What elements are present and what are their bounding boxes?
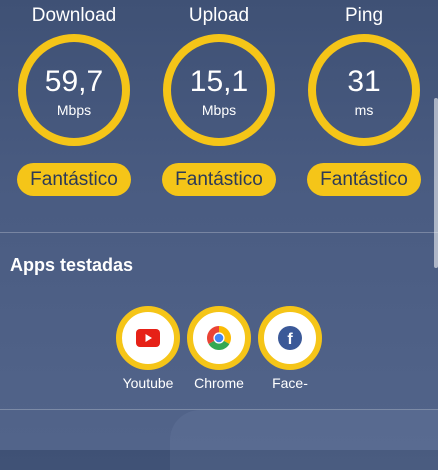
app-facebook[interactable]: f Face- <box>255 306 325 391</box>
app-chrome[interactable]: Chrome <box>184 306 254 391</box>
ping-metric: Ping 31 ms Fantástico <box>304 0 424 196</box>
section-divider <box>0 232 438 233</box>
download-metric: Download 59,7 Mbps Fantástico <box>14 0 134 196</box>
upload-unit: Mbps <box>201 102 237 118</box>
scrollbar[interactable] <box>434 98 438 268</box>
background-decoration <box>170 410 438 470</box>
upload-title: Upload <box>188 5 250 26</box>
youtube-icon <box>136 329 160 347</box>
chrome-icon <box>207 326 231 350</box>
ping-value: 31 <box>347 65 381 98</box>
download-gauge: 59,7 Mbps <box>18 34 130 146</box>
ping-unit: ms <box>354 102 374 118</box>
upload-rating-badge[interactable]: Fantástico <box>162 163 276 196</box>
app-chrome-circle[interactable] <box>187 306 251 370</box>
app-youtube-label: Youtube <box>122 375 174 391</box>
app-chrome-label: Chrome <box>194 375 244 391</box>
bottom-divider <box>0 409 438 410</box>
upload-value: 15,1 <box>189 65 249 98</box>
upload-gauge: 15,1 Mbps <box>163 34 275 146</box>
download-rating-badge[interactable]: Fantástico <box>17 163 131 196</box>
download-title: Download <box>31 5 117 26</box>
svg-text:f: f <box>287 331 293 348</box>
app-youtube[interactable]: Youtube <box>113 306 183 391</box>
app-facebook-circle[interactable]: f <box>258 306 322 370</box>
facebook-icon: f <box>278 326 302 350</box>
ping-gauge: 31 ms <box>308 34 420 146</box>
download-value: 59,7 <box>44 65 104 98</box>
download-unit: Mbps <box>56 102 92 118</box>
app-facebook-label: Face- <box>272 375 308 391</box>
upload-metric: Upload 15,1 Mbps Fantástico <box>159 0 279 196</box>
ping-rating-badge[interactable]: Fantástico <box>307 163 421 196</box>
apps-section-title: Apps testadas <box>10 255 134 275</box>
ping-title: Ping <box>344 5 384 26</box>
app-youtube-circle[interactable] <box>116 306 180 370</box>
